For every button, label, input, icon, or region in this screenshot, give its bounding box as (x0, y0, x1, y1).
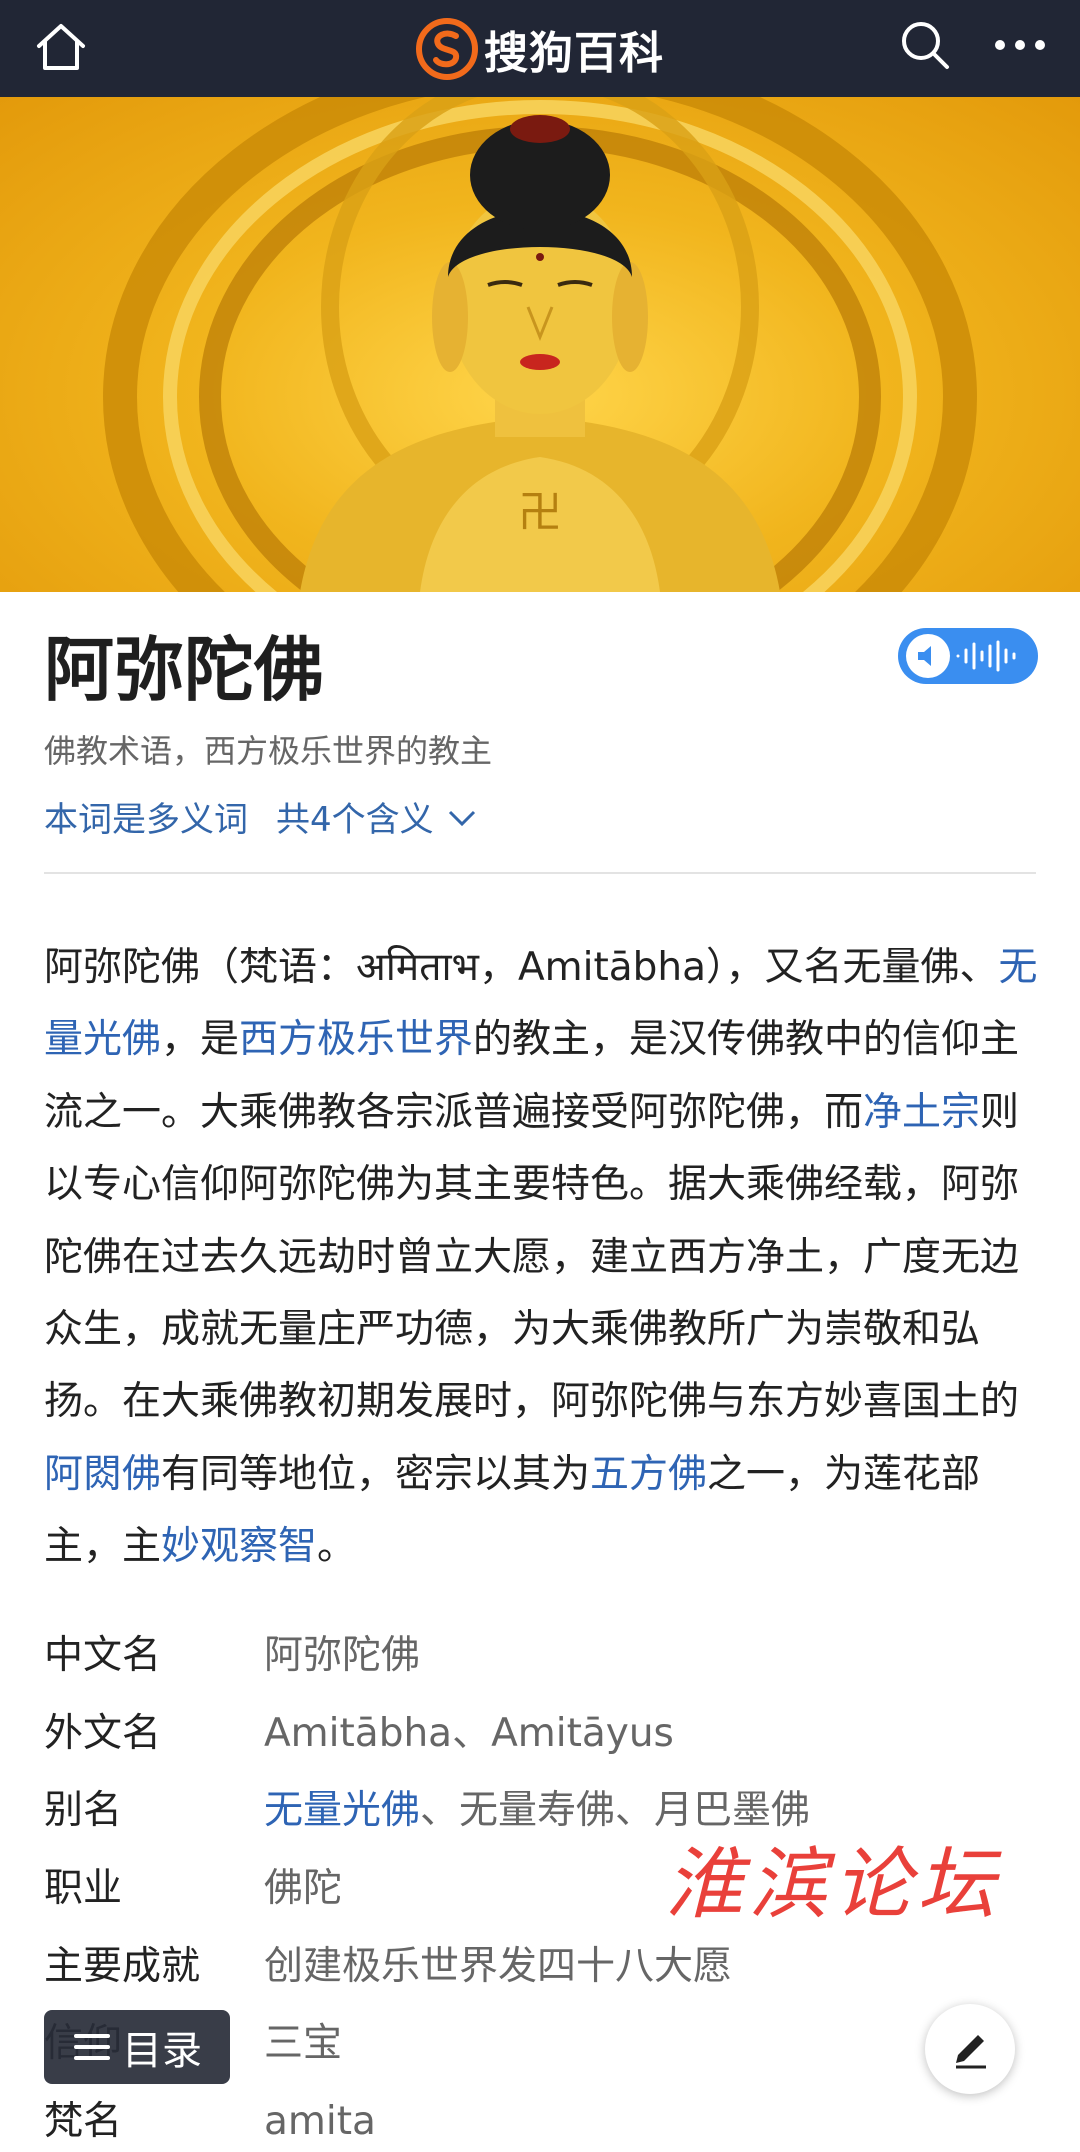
buddha-statue-image: 卍 (103, 97, 977, 592)
info-key: 职业 (44, 1866, 123, 1911)
info-key: 外文名 (44, 1711, 162, 1756)
pencil-icon (956, 2035, 986, 2069)
watermark: 淮滨论坛 (665, 1840, 1002, 1930)
page-subtitle: 佛教术语，西方极乐世界的教主 (44, 732, 493, 770)
speaker-icon (906, 634, 950, 678)
link-wuliangguang-alias[interactable]: 无量光佛 (264, 1788, 420, 1833)
link-xifang-jile[interactable]: 西方极乐世界 (239, 1017, 473, 1062)
divider (44, 872, 1036, 874)
info-value: amita (264, 2099, 376, 2144)
link-jingtuzong[interactable]: 净土宗 (863, 1090, 980, 1135)
para-text: ，是 (161, 1017, 240, 1063)
link-wufangfo[interactable]: 五方佛 (590, 1452, 707, 1497)
para-text: 阿弥陀佛（梵语：अमिताभ，Amitābha），又名无量佛、 (44, 945, 999, 990)
info-value: 佛陀 (264, 1866, 343, 1911)
svg-text:卍: 卍 (518, 487, 562, 538)
info-key: 别名 (44, 1788, 123, 1833)
toc-label: 目录 (122, 2028, 202, 2074)
toc-button[interactable]: 目录 (44, 2010, 230, 2084)
page-title: 阿弥陀佛 (44, 629, 324, 711)
brand-name: 搜狗百科 (484, 27, 664, 79)
hero-image: 卍 (0, 97, 1080, 592)
meanings-toggle[interactable]: 共4个含义 (276, 792, 434, 841)
brand[interactable]: 搜狗百科 (416, 17, 664, 81)
info-value: 阿弥陀佛 (264, 1633, 421, 1678)
sogou-logo-icon (416, 17, 478, 80)
info-value: Amitābha、Amitāyus (264, 1711, 674, 1756)
home-icon[interactable] (34, 22, 88, 72)
polysemy-label[interactable]: 本词是多义词 (44, 792, 248, 841)
info-value: 三宝 (264, 2021, 343, 2066)
para-text: 有同等地位，密宗以其为 (161, 1451, 591, 1497)
para-text: 则以专心信仰阿弥陀佛为其主要特色。据大乘佛经载，阿弥陀佛在过去久远劫时曾立大愿，… (44, 1089, 1020, 1425)
search-icon[interactable] (898, 18, 952, 72)
link-achufo[interactable]: 阿閦佛 (44, 1452, 161, 1497)
menu-icon (74, 2034, 110, 2060)
edit-button[interactable] (925, 2004, 1015, 2094)
info-key: 梵名 (44, 2099, 123, 2144)
audio-play-button[interactable] (898, 628, 1038, 684)
info-key: 中文名 (44, 1633, 162, 1678)
top-nav-bar: 搜狗百科 (0, 0, 1080, 97)
polysemy-bar: 本词是多义词 共4个含义 (44, 792, 482, 841)
more-icon[interactable] (990, 30, 1050, 60)
info-value: 创建极乐世界发四十八大愿 (264, 1944, 733, 1989)
para-text: 。 (317, 1524, 357, 1570)
link-miaoguanchazhi[interactable]: 妙观察智 (161, 1524, 317, 1569)
waveform-icon (956, 640, 1016, 672)
chevron-down-icon[interactable] (442, 802, 482, 832)
summary-paragraph: 阿弥陀佛（梵语：अमिताभ，Amitābha），又名无量佛、无量光佛，是西方极… (44, 932, 1044, 1584)
info-key: 主要成就 (44, 1944, 201, 1989)
